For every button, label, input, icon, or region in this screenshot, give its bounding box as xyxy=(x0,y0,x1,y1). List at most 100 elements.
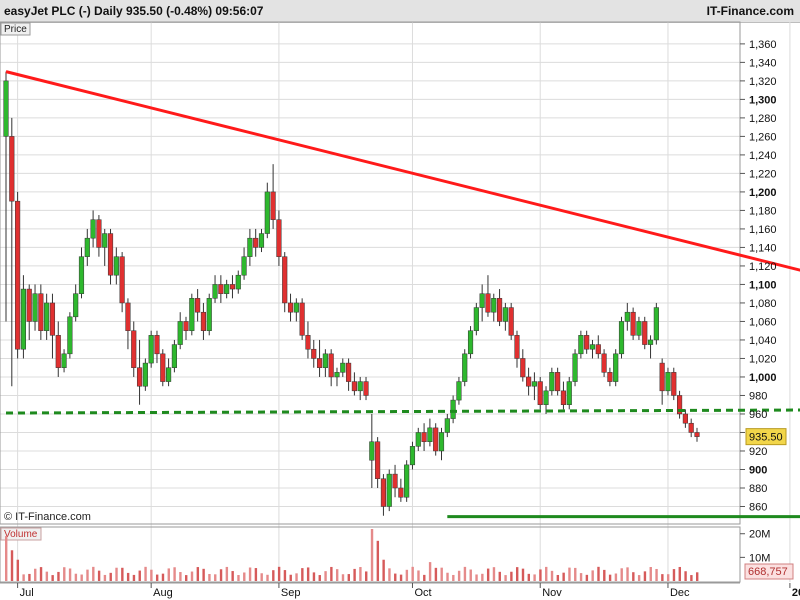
candle-down xyxy=(305,335,311,350)
volume-bar xyxy=(347,574,350,581)
candle-up xyxy=(462,353,468,382)
volume-bar xyxy=(341,574,345,581)
price-tick-label: 1,080 xyxy=(749,298,777,310)
candle-up xyxy=(264,191,270,234)
volume-bar xyxy=(556,574,560,581)
candle-up xyxy=(450,399,456,419)
price-tick-label: 1,340 xyxy=(749,57,777,69)
candle-down xyxy=(55,335,61,368)
volume-bar xyxy=(632,572,635,581)
candle-up xyxy=(241,256,247,276)
candle-down xyxy=(195,298,201,313)
volume-bar xyxy=(225,566,229,581)
volume-bar xyxy=(254,568,258,581)
volume-bar xyxy=(411,566,414,581)
candle-up xyxy=(334,372,340,378)
volume-bar xyxy=(672,569,676,581)
candle-down xyxy=(560,390,567,405)
candle-up xyxy=(293,302,299,313)
time-tick-label: Sep xyxy=(281,587,301,599)
candle-up xyxy=(206,298,212,331)
volume-bar xyxy=(51,575,54,581)
volume-bar xyxy=(45,571,49,581)
candle-up xyxy=(404,464,410,498)
candle-up xyxy=(61,353,67,368)
price-tick-label: 980 xyxy=(749,390,767,402)
volume-bar xyxy=(109,572,112,581)
volume-bar xyxy=(585,574,589,581)
last-price-marker: 935.50 xyxy=(745,428,787,446)
volume-bar xyxy=(103,574,107,581)
volume-bar xyxy=(248,567,252,581)
candle-up xyxy=(3,80,9,137)
price-tick-label: 1,060 xyxy=(749,316,777,328)
volume-bar xyxy=(277,566,281,581)
candle-up xyxy=(531,381,537,387)
candle-down xyxy=(601,353,607,373)
candle-down xyxy=(398,487,404,498)
volume-bar xyxy=(562,572,565,581)
candle-up xyxy=(166,367,172,382)
candle-up xyxy=(665,372,671,392)
volume-bar xyxy=(365,571,368,581)
volume-bar xyxy=(452,574,455,581)
volume-bar xyxy=(405,569,409,581)
volume-bar xyxy=(469,569,472,581)
volume-bar xyxy=(97,570,101,581)
candle-down xyxy=(346,362,352,382)
candle-down xyxy=(49,302,56,336)
volume-bar xyxy=(597,566,600,581)
price-tick-label: 880 xyxy=(749,483,767,495)
volume-bar xyxy=(39,567,43,581)
volume-bar xyxy=(295,573,298,581)
candle-down xyxy=(270,191,276,220)
volume-bar xyxy=(399,574,403,581)
candle-down xyxy=(659,362,665,392)
time-tick-label: Aug xyxy=(153,587,173,599)
volume-bar xyxy=(260,573,263,581)
volume-bar xyxy=(359,567,362,581)
volume-bar xyxy=(68,568,72,581)
price-tick-label: 1,180 xyxy=(749,205,777,217)
volume-bar xyxy=(434,567,438,581)
volume-bar xyxy=(376,540,380,581)
volume-bar xyxy=(440,567,443,581)
volume-bar xyxy=(57,571,60,581)
price-chart[interactable]: Price © IT-Finance.com Volume 860 880 900 9… xyxy=(0,0,800,600)
candle-down xyxy=(688,422,694,433)
volume-bar xyxy=(272,570,275,581)
volume-bar xyxy=(620,568,623,581)
volume-bar xyxy=(655,568,658,581)
candle-up xyxy=(491,298,497,313)
price-tick-label: 1,280 xyxy=(749,113,777,125)
candle-down xyxy=(200,311,207,331)
volume-bar xyxy=(289,574,292,581)
candle-up xyxy=(438,432,445,452)
candle-up xyxy=(613,353,619,382)
candle-down xyxy=(351,381,357,392)
volume-bar xyxy=(550,570,554,581)
candle-up xyxy=(224,284,230,294)
volume-bar xyxy=(179,572,182,581)
candle-up xyxy=(578,335,584,355)
volume-bar xyxy=(417,570,420,581)
candle-up xyxy=(247,237,253,257)
volume-bar xyxy=(202,568,205,581)
candle-up xyxy=(647,339,654,345)
candle-down xyxy=(682,413,688,424)
price-tick-label: 1,200 xyxy=(749,187,777,199)
candle-up xyxy=(502,307,508,322)
candle-down xyxy=(160,353,166,382)
candle-up xyxy=(67,316,73,355)
time-tick-label: Jul xyxy=(20,587,34,599)
volume-tick-label: 10M xyxy=(749,552,770,564)
candle-up xyxy=(171,344,177,368)
volume-bar xyxy=(545,566,548,581)
volume-tick-label: 20M xyxy=(749,529,770,541)
price-tick-label: 1,320 xyxy=(749,76,777,88)
time-tick-label: Nov xyxy=(542,587,562,599)
price-tick-label: 860 xyxy=(749,501,767,513)
price-tick-label: 1,000 xyxy=(749,372,777,384)
volume-bar xyxy=(214,574,217,581)
candle-down xyxy=(311,348,317,359)
